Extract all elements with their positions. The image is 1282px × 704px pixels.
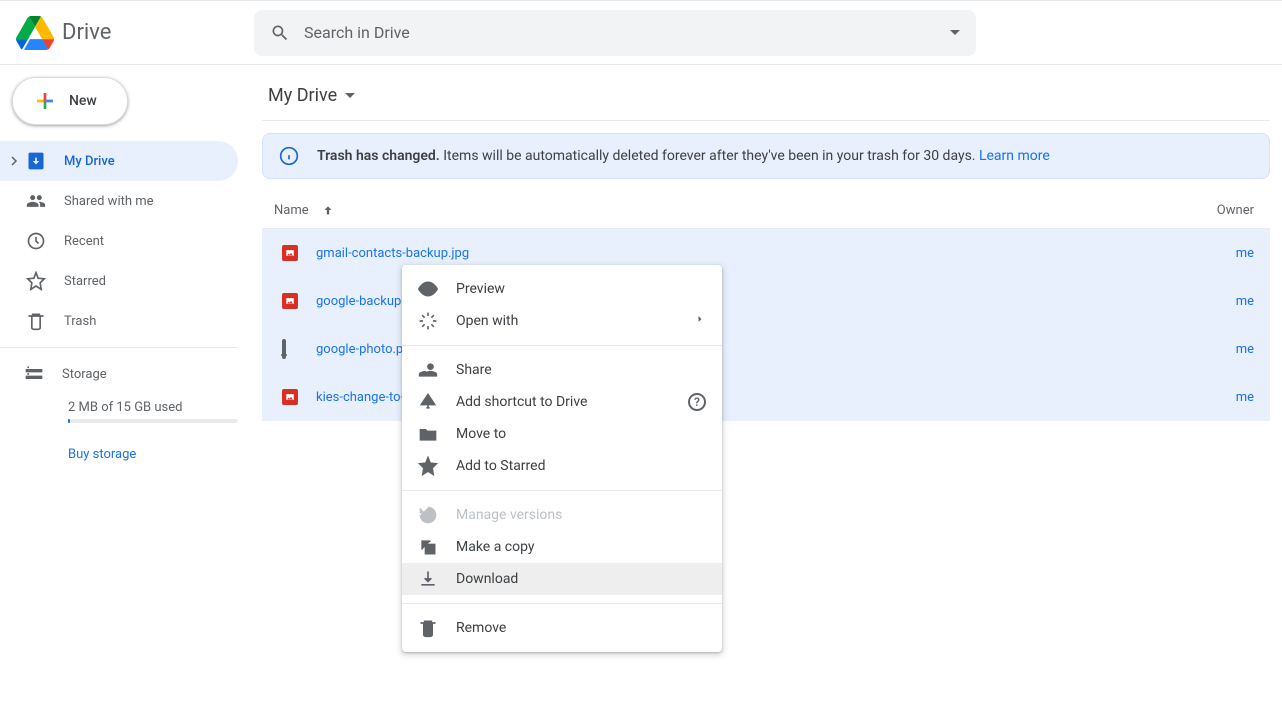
menu-label: Share: [456, 362, 492, 378]
menu-preview[interactable]: Preview: [402, 273, 722, 305]
drive-logo-icon: [16, 14, 54, 52]
trash-banner: Trash has changed. Items will be automat…: [262, 133, 1270, 179]
file-owner: me: [1210, 294, 1270, 309]
sort-arrow-up-icon: [321, 204, 335, 218]
storage-bar: [68, 419, 238, 423]
search-input[interactable]: [304, 23, 950, 42]
column-name[interactable]: Name: [262, 203, 1210, 218]
sidebar-item-starred[interactable]: Starred: [0, 261, 238, 301]
search-options-icon[interactable]: [950, 30, 960, 35]
menu-label: Make a copy: [456, 539, 535, 555]
divider: [402, 345, 722, 346]
divider: [0, 347, 238, 348]
menu-move-to[interactable]: Move to: [402, 418, 722, 450]
new-button[interactable]: New: [12, 77, 128, 125]
menu-label: Preview: [456, 281, 505, 297]
chevron-down-icon: [345, 93, 355, 98]
file-name: gmail-contacts-backup.jpg: [316, 246, 1210, 261]
menu-label: Open with: [456, 313, 518, 329]
sidebar-item-label: Trash: [64, 314, 96, 329]
star-icon: [418, 456, 438, 476]
file-owner: me: [1210, 342, 1270, 357]
file-owner: me: [1210, 390, 1270, 405]
share-icon: [418, 360, 438, 380]
buy-storage-link[interactable]: Buy storage: [68, 447, 136, 462]
help-icon[interactable]: ?: [688, 393, 706, 411]
menu-label: Manage versions: [456, 507, 562, 523]
divider: [402, 603, 722, 604]
storage-section: Storage 2 MB of 15 GB used Buy storage: [0, 354, 254, 462]
file-owner: me: [1210, 246, 1270, 261]
menu-remove[interactable]: Remove: [402, 612, 722, 644]
header: Drive: [0, 1, 1282, 65]
sidebar-item-trash[interactable]: Trash: [0, 301, 238, 341]
search-icon: [270, 23, 290, 43]
breadcrumb-wrap: My Drive: [262, 77, 1270, 121]
main: New My Drive Shared with me Recent St: [0, 65, 1282, 704]
storage-usage: 2 MB of 15 GB used: [68, 400, 254, 415]
image-file-icon: [282, 389, 298, 405]
sidebar-item-label: Recent: [64, 234, 104, 249]
sidebar-item-storage[interactable]: Storage: [28, 354, 254, 394]
column-name-label: Name: [274, 203, 309, 218]
logo-area[interactable]: Drive: [16, 14, 254, 52]
my-drive-icon: [26, 151, 46, 171]
sidebar-item-recent[interactable]: Recent: [0, 221, 238, 261]
trash-icon: [418, 618, 438, 638]
column-owner[interactable]: Owner: [1210, 203, 1270, 218]
star-icon: [26, 271, 46, 291]
banner-link[interactable]: Learn more: [979, 148, 1050, 164]
chevron-right-icon: [694, 313, 706, 329]
menu-label: Remove: [456, 620, 506, 636]
divider: [402, 490, 722, 491]
menu-manage-versions: Manage versions: [402, 499, 722, 531]
sidebar-item-label: Starred: [64, 274, 106, 289]
menu-download[interactable]: Download: [402, 563, 722, 595]
download-icon: [418, 569, 438, 589]
new-button-label: New: [69, 93, 97, 109]
sidebar-item-label: Shared with me: [64, 194, 154, 209]
storage-label: Storage: [62, 367, 107, 382]
breadcrumb-label: My Drive: [268, 85, 337, 106]
expand-icon[interactable]: [8, 156, 20, 166]
image-file-icon: [282, 245, 298, 261]
context-menu: Preview Open with Share Add shortcut to …: [402, 265, 722, 652]
move-icon: [418, 424, 438, 444]
menu-share[interactable]: Share: [402, 354, 722, 386]
table-header: Name Owner: [262, 193, 1270, 229]
menu-label: Download: [456, 571, 518, 587]
sidebar-item-my-drive[interactable]: My Drive: [0, 141, 238, 181]
plus-icon: [33, 89, 57, 113]
nav-list: My Drive Shared with me Recent Starred T: [0, 141, 254, 462]
copy-icon: [418, 537, 438, 557]
history-icon: [418, 505, 438, 525]
open-with-icon: [418, 311, 438, 331]
menu-open-with[interactable]: Open with: [402, 305, 722, 337]
recent-icon: [26, 231, 46, 251]
menu-make-copy[interactable]: Make a copy: [402, 531, 722, 563]
menu-label: Add shortcut to Drive: [456, 394, 587, 410]
info-icon: [279, 146, 299, 166]
shortcut-icon: [418, 392, 438, 412]
sidebar-item-label: My Drive: [64, 154, 115, 169]
breadcrumb[interactable]: My Drive: [262, 77, 1270, 118]
menu-label: Move to: [456, 426, 506, 442]
menu-add-shortcut[interactable]: Add shortcut to Drive ?: [402, 386, 722, 418]
image-file-icon: [282, 293, 298, 309]
phone-file-icon: [282, 341, 298, 357]
sidebar: New My Drive Shared with me Recent St: [0, 65, 254, 704]
shared-icon: [26, 191, 46, 211]
menu-label: Add to Starred: [456, 458, 545, 474]
app-name: Drive: [62, 20, 111, 45]
banner-strong: Trash has changed.: [317, 148, 440, 164]
trash-icon: [26, 311, 46, 331]
banner-text: Items will be automatically deleted fore…: [443, 148, 979, 164]
menu-add-starred[interactable]: Add to Starred: [402, 450, 722, 482]
sidebar-item-shared[interactable]: Shared with me: [0, 181, 238, 221]
search-bar[interactable]: [254, 10, 976, 56]
eye-icon: [418, 279, 438, 299]
content: My Drive Trash has changed. Items will b…: [254, 65, 1282, 704]
storage-icon: [24, 364, 44, 384]
